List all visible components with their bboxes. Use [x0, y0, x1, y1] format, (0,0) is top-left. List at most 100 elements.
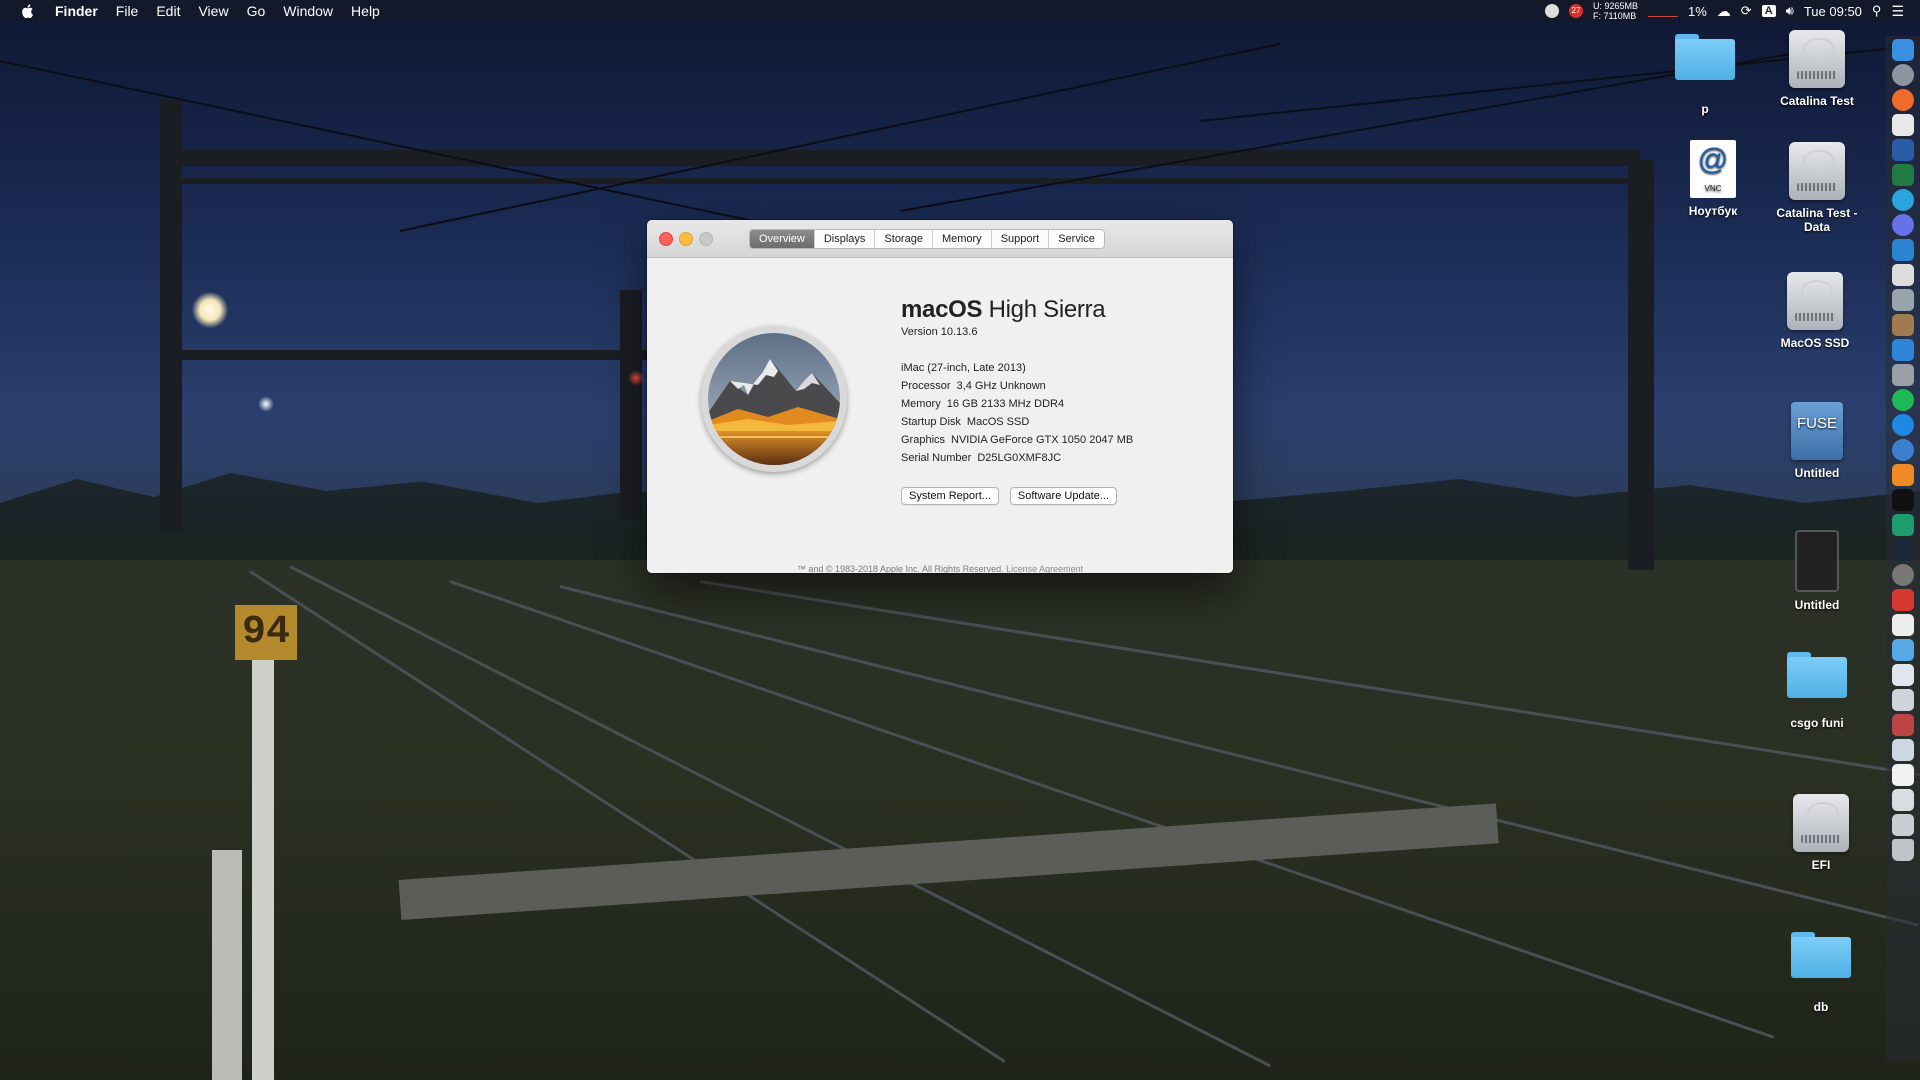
wallpaper-mast	[160, 100, 182, 530]
browser-dock-icon[interactable]	[1892, 414, 1914, 436]
archive-dock-icon[interactable]	[1892, 314, 1914, 336]
desktop-icon-label: csgo funi	[1790, 716, 1844, 730]
close-button[interactable]	[659, 232, 673, 246]
app-dock-icon[interactable]	[1892, 589, 1914, 611]
window-footer: ™ and © 1983-2018 Apple Inc. All Rights …	[647, 564, 1233, 573]
desktop-file-notebook-vnc[interactable]: @ VNC Ноутбук	[1658, 140, 1768, 218]
window-titlebar[interactable]: Overview Displays Storage Memory Support…	[647, 220, 1233, 258]
word-dock-icon[interactable]	[1892, 139, 1914, 161]
minimize-button[interactable]	[679, 232, 693, 246]
desktop-icon-label: Ноутбук	[1688, 204, 1738, 218]
menu-go[interactable]: Go	[238, 0, 275, 22]
menu-edit[interactable]: Edit	[147, 0, 189, 22]
telegram-dock-icon[interactable]	[1892, 189, 1914, 211]
excel-dock-icon[interactable]	[1892, 164, 1914, 186]
apple-menu-icon[interactable]	[20, 3, 36, 19]
desktop-icon-label: Catalina Test - Data	[1776, 206, 1858, 234]
overview-panel: macOS High Sierra Version 10.13.6 iMac (…	[647, 258, 1233, 573]
menu-help[interactable]: Help	[342, 0, 389, 22]
folder-icon	[1787, 652, 1847, 698]
finder-dock-icon[interactable]	[1892, 39, 1914, 61]
notification-center-icon[interactable]: ☰	[1891, 3, 1904, 20]
license-agreement-link[interactable]: License Agreement	[1006, 564, 1083, 573]
parallels-dock-icon[interactable]	[1892, 264, 1914, 286]
input-source-indicator[interactable]: A	[1761, 5, 1776, 17]
menubar-clock[interactable]: Tue 09:50	[1804, 4, 1862, 19]
tab-displays[interactable]: Displays	[815, 230, 876, 248]
disc-icon[interactable]	[1544, 4, 1559, 18]
tab-service[interactable]: Service	[1049, 230, 1104, 248]
window-dock-icon[interactable]	[1892, 739, 1914, 761]
memory-graph-icon[interactable]	[1647, 6, 1678, 17]
sync-icon[interactable]: ⟳	[1741, 3, 1752, 19]
desktop-file-untitled[interactable]: Untitled	[1762, 530, 1872, 612]
desktop-disk-catalina-test[interactable]: Catalina Test	[1762, 30, 1872, 108]
launchpad-dock-icon[interactable]	[1892, 64, 1914, 86]
wallpaper-mast	[1628, 160, 1654, 570]
system-report-button[interactable]: System Report...	[901, 487, 999, 505]
desktop-folder-p[interactable]: p	[1650, 34, 1760, 116]
desktop-disk-macos-ssd[interactable]: MacOS SSD	[1760, 272, 1870, 350]
automator-dock-icon[interactable]	[1892, 364, 1914, 386]
desktop-disk-efi[interactable]: EFI	[1766, 794, 1876, 872]
zoom-button[interactable]	[699, 232, 713, 246]
vscode-dock-icon[interactable]	[1892, 239, 1914, 261]
qbittorrent-dock-icon[interactable]	[1892, 439, 1914, 461]
folder-dock-icon[interactable]	[1892, 639, 1914, 661]
window-dock-icon[interactable]	[1892, 789, 1914, 811]
wallpaper-sign-post	[252, 660, 274, 1080]
wallpaper-red-signal	[628, 370, 644, 386]
firefox-dock-icon[interactable]	[1892, 89, 1914, 111]
menu-file[interactable]: File	[107, 0, 148, 22]
spec-key: Graphics	[901, 434, 946, 446]
software-update-button[interactable]: Software Update...	[1009, 487, 1118, 505]
fuse-disk-icon: FUSE	[1791, 402, 1843, 460]
spec-serial-number: Serial Number D25LG0XMF8JC	[901, 452, 1133, 464]
menu-window[interactable]: Window	[274, 0, 342, 22]
window-dock-icon[interactable]	[1892, 714, 1914, 736]
spotlight-search-icon[interactable]: ⚲	[1872, 3, 1882, 19]
spec-key: Processor	[901, 380, 951, 392]
xcode-dock-icon[interactable]	[1892, 339, 1914, 361]
desktop-icon-label: Untitled	[1794, 598, 1840, 612]
settings-dock-icon[interactable]	[1892, 564, 1914, 586]
menu-view[interactable]: View	[189, 0, 237, 22]
textedit-dock-icon[interactable]	[1892, 114, 1914, 136]
discord-dock-icon[interactable]	[1892, 214, 1914, 236]
memory-used: U: 9265MB	[1592, 1, 1638, 11]
desktop-folder-db[interactable]: db	[1766, 932, 1876, 1014]
window-dock-icon[interactable]	[1892, 689, 1914, 711]
tab-bar: Overview Displays Storage Memory Support…	[749, 229, 1105, 249]
desktop-disk-untitled-fuse[interactable]: FUSE Untitled	[1762, 402, 1872, 480]
window-dock-icon[interactable]	[1892, 764, 1914, 786]
desktop-disk-catalina-test-data[interactable]: Catalina Test - Data	[1762, 142, 1872, 234]
os-version[interactable]: Version 10.13.6	[901, 326, 1133, 338]
cpu-percent[interactable]: 1%	[1688, 4, 1707, 19]
tab-memory[interactable]: Memory	[933, 230, 992, 248]
menu-finder[interactable]: Finder	[46, 0, 107, 22]
memory-monitor[interactable]: U: 9265MB F: 7110MB	[1593, 1, 1638, 21]
window-dock-icon[interactable]	[1892, 664, 1914, 686]
mac-model: iMac (27-inch, Late 2013)	[901, 362, 1026, 374]
wallpaper-gantry	[180, 150, 1640, 166]
vlc-dock-icon[interactable]	[1892, 464, 1914, 486]
tab-overview[interactable]: Overview	[750, 230, 815, 248]
steam-dock-icon[interactable]	[1892, 539, 1914, 561]
tab-storage[interactable]: Storage	[875, 230, 933, 248]
tab-support[interactable]: Support	[992, 230, 1050, 248]
window-dock-icon[interactable]	[1892, 814, 1914, 836]
hard-disk-icon	[1793, 794, 1849, 852]
screen-sharing-dock-icon[interactable]	[1892, 514, 1914, 536]
spotify-dock-icon[interactable]	[1892, 389, 1914, 411]
memory-free: F: 7110MB	[1592, 11, 1637, 21]
wallpaper-lamp	[258, 396, 274, 412]
virtualbox-dock-icon[interactable]	[1892, 289, 1914, 311]
cloud-icon[interactable]: ☁	[1717, 3, 1731, 20]
volume-icon[interactable]: 🔊︎	[1786, 3, 1794, 19]
trash-dock-icon[interactable]	[1892, 839, 1914, 861]
document-dock-icon[interactable]	[1892, 614, 1914, 636]
terminal-dock-icon[interactable]	[1892, 489, 1914, 511]
system-info: macOS High Sierra Version 10.13.6 iMac (…	[901, 296, 1133, 464]
notification-badge[interactable]: 27	[1568, 4, 1583, 18]
desktop-folder-csgo-funi[interactable]: csgo funi	[1762, 652, 1872, 730]
